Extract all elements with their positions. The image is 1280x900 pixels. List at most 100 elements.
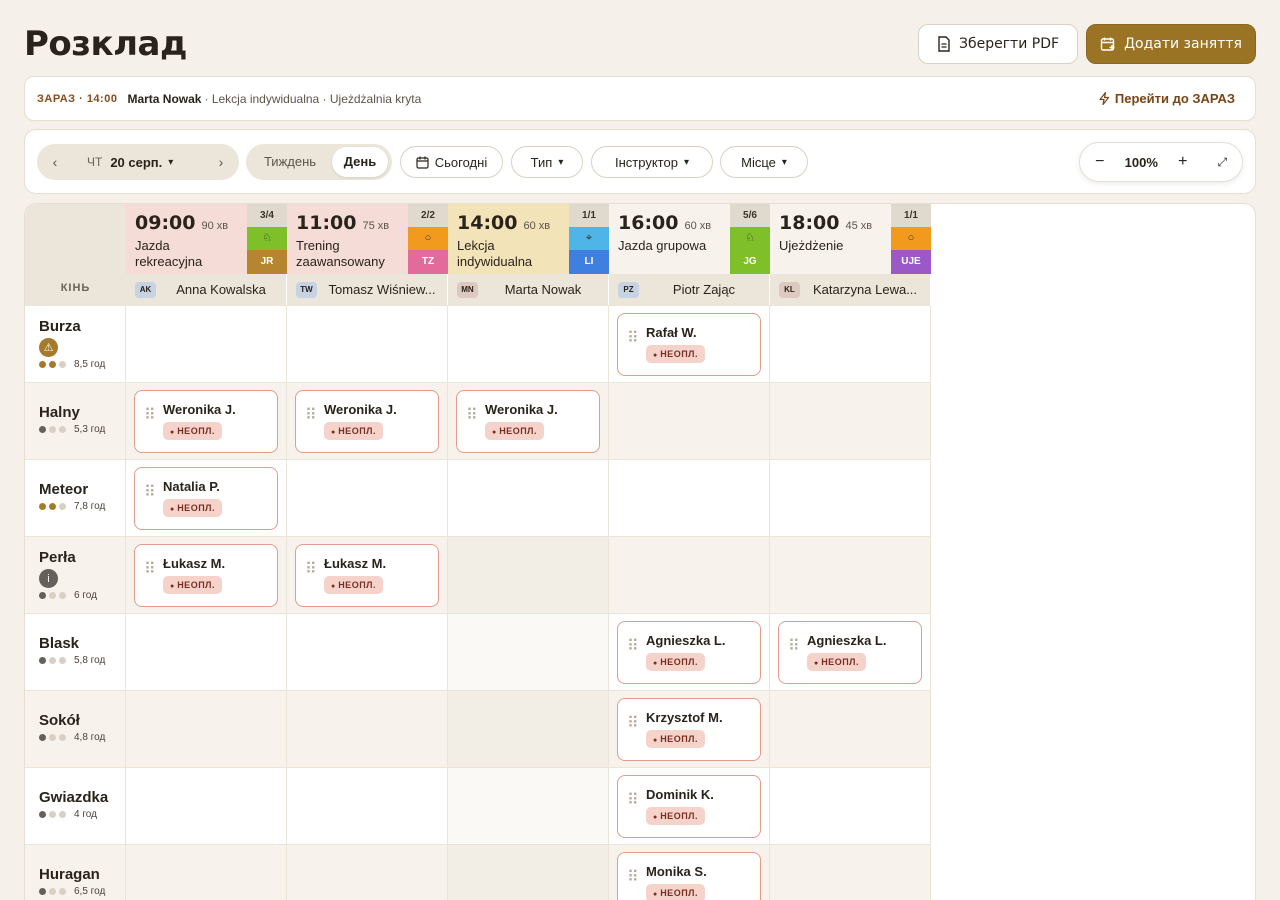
fullscreen-icon[interactable]: ⤢ — [1203, 155, 1243, 170]
session-header[interactable]: 16:00 60 хв Jazda grupowa 5/6 ♘ JG — [609, 204, 770, 274]
schedule-cell[interactable] — [770, 845, 931, 900]
booking-card[interactable]: ⠿ Weronika J. ● НЕОПЛ. — [134, 390, 278, 453]
schedule-cell[interactable]: ⠿ Krzysztof M. ● НЕОПЛ. — [609, 691, 770, 768]
schedule-cell[interactable] — [448, 537, 609, 614]
schedule-cell[interactable]: ⠿ Weronika J. ● НЕОПЛ. — [126, 383, 287, 460]
instructor-cell[interactable]: AK Anna Kowalska — [126, 274, 287, 305]
drag-handle-icon[interactable]: ⠿ — [627, 793, 640, 809]
drag-handle-icon[interactable]: ⠿ — [627, 870, 640, 886]
drag-handle-icon[interactable]: ⠿ — [627, 331, 640, 347]
schedule-cell[interactable] — [770, 383, 931, 460]
schedule-cell[interactable] — [287, 614, 448, 691]
schedule-cell[interactable] — [448, 306, 609, 383]
session-header[interactable]: 14:00 60 хв Lekcja indywidualna 1/1 ⌖ LI — [448, 204, 609, 274]
date-weekday: ЧТ — [87, 155, 103, 169]
session-header[interactable]: 09:00 90 хв Jazda rekreacyjna 3/4 ♘ JR — [126, 204, 287, 274]
today-button[interactable]: Сьогодні — [400, 146, 503, 178]
schedule-cell[interactable]: ⠿ Weronika J. ● НЕОПЛ. — [448, 383, 609, 460]
schedule-cell[interactable] — [448, 614, 609, 691]
booking-card[interactable]: ⠿ Weronika J. ● НЕОПЛ. — [456, 390, 600, 453]
instructor-cell[interactable]: PZ Piotr Zając — [609, 274, 770, 305]
horse-cell[interactable]: Burza ⚠ 8,5 год — [25, 306, 126, 383]
schedule-cell[interactable] — [609, 460, 770, 537]
schedule-cell[interactable]: ⠿ Łukasz M. ● НЕОПЛ. — [126, 537, 287, 614]
schedule-cell[interactable] — [448, 768, 609, 845]
type-filter[interactable]: Тип ▾ — [511, 146, 583, 178]
booking-card[interactable]: ⠿ Agnieszka L. ● НЕОПЛ. — [778, 621, 922, 684]
booking-card[interactable]: ⠿ Rafał W. ● НЕОПЛ. — [617, 313, 761, 376]
schedule-cell[interactable] — [126, 306, 287, 383]
schedule-cell[interactable] — [448, 460, 609, 537]
horse-cell[interactable]: Gwiazdka 4 год — [25, 768, 126, 845]
schedule-cell[interactable] — [287, 691, 448, 768]
schedule-cell[interactable] — [770, 460, 931, 537]
schedule-cell[interactable] — [126, 768, 287, 845]
schedule-cell[interactable] — [126, 845, 287, 900]
schedule-cell[interactable]: ⠿ Rafał W. ● НЕОПЛ. — [609, 306, 770, 383]
view-week-tab[interactable]: Тиждень — [250, 147, 330, 177]
zoom-out-button[interactable]: − — [1080, 153, 1120, 171]
instructor-cell[interactable]: MN Marta Nowak — [448, 274, 609, 305]
booking-card[interactable]: ⠿ Łukasz M. ● НЕОПЛ. — [295, 544, 439, 607]
drag-handle-icon[interactable]: ⠿ — [144, 485, 157, 501]
horse-cell[interactable]: Halny 5,3 год — [25, 383, 126, 460]
schedule-cell[interactable] — [287, 460, 448, 537]
chevron-down-icon[interactable]: ▾ — [168, 157, 173, 168]
horse-cell[interactable]: Huragan 6,5 год — [25, 845, 126, 900]
add-session-button[interactable]: Додати заняття — [1086, 24, 1256, 64]
zoom-in-button[interactable]: + — [1163, 153, 1203, 171]
go-to-now-link[interactable]: Перейти до ЗАРАЗ — [1099, 91, 1235, 106]
booking-card[interactable]: ⠿ Dominik K. ● НЕОПЛ. — [617, 775, 761, 838]
workload-indicator: 4 год — [39, 809, 125, 820]
schedule-cell[interactable]: ⠿ Łukasz M. ● НЕОПЛ. — [287, 537, 448, 614]
drag-handle-icon[interactable]: ⠿ — [144, 408, 157, 424]
horse-cell[interactable]: Meteor 7,8 год — [25, 460, 126, 537]
booking-card[interactable]: ⠿ Agnieszka L. ● НЕОПЛ. — [617, 621, 761, 684]
session-header[interactable]: 18:00 45 хв Ujeżdżenie 1/1 ○ UJE — [770, 204, 931, 274]
booking-card[interactable]: ⠿ Monika S. ● НЕОПЛ. — [617, 852, 761, 900]
drag-handle-icon[interactable]: ⠿ — [627, 639, 640, 655]
view-day-tab[interactable]: День — [332, 147, 388, 177]
drag-handle-icon[interactable]: ⠿ — [305, 408, 318, 424]
schedule-cell[interactable] — [770, 691, 931, 768]
session-header[interactable]: 11:00 75 хв Trening zaawansowany 2/2 ○ TZ — [287, 204, 448, 274]
drag-handle-icon[interactable]: ⠿ — [466, 408, 479, 424]
horse-cell[interactable]: Sokół 4,8 год — [25, 691, 126, 768]
schedule-cell[interactable]: ⠿ Dominik K. ● НЕОПЛ. — [609, 768, 770, 845]
horse-cell[interactable]: Perła i 6 год — [25, 537, 126, 614]
horse-cell[interactable]: Blask 5,8 год — [25, 614, 126, 691]
prev-day-button[interactable]: ‹ — [37, 154, 73, 170]
schedule-cell[interactable] — [126, 614, 287, 691]
place-filter[interactable]: Місце ▾ — [720, 146, 808, 178]
schedule-cell[interactable]: ⠿ Weronika J. ● НЕОПЛ. — [287, 383, 448, 460]
schedule-cell[interactable]: ⠿ Agnieszka L. ● НЕОПЛ. — [770, 614, 931, 691]
booking-card[interactable]: ⠿ Natalia P. ● НЕОПЛ. — [134, 467, 278, 530]
next-day-button[interactable]: › — [203, 154, 239, 170]
save-pdf-button[interactable]: Зберегти PDF — [918, 24, 1078, 64]
drag-handle-icon[interactable]: ⠿ — [627, 716, 640, 732]
drag-handle-icon[interactable]: ⠿ — [305, 562, 318, 578]
schedule-cell[interactable] — [609, 537, 770, 614]
schedule-cell[interactable] — [448, 845, 609, 900]
schedule-cell[interactable] — [448, 691, 609, 768]
drag-handle-icon[interactable]: ⠿ — [788, 639, 801, 655]
instructor-filter[interactable]: Інструктор ▾ — [591, 146, 713, 178]
schedule-cell[interactable]: ⠿ Monika S. ● НЕОПЛ. — [609, 845, 770, 900]
booking-card[interactable]: ⠿ Krzysztof M. ● НЕОПЛ. — [617, 698, 761, 761]
schedule-cell[interactable] — [126, 691, 287, 768]
instructor-cell[interactable]: KL Katarzyna Lewa... — [770, 274, 931, 305]
schedule-cell[interactable]: ⠿ Natalia P. ● НЕОПЛ. — [126, 460, 287, 537]
schedule-cell[interactable] — [287, 768, 448, 845]
schedule-cell[interactable] — [770, 306, 931, 383]
schedule-cell[interactable]: ⠿ Agnieszka L. ● НЕОПЛ. — [609, 614, 770, 691]
booking-card[interactable]: ⠿ Łukasz M. ● НЕОПЛ. — [134, 544, 278, 607]
instructor-cell[interactable]: TW Tomasz Wiśniew... — [287, 274, 448, 305]
drag-handle-icon[interactable]: ⠿ — [144, 562, 157, 578]
schedule-cell[interactable] — [770, 768, 931, 845]
schedule-cell[interactable] — [287, 306, 448, 383]
schedule-cell[interactable] — [287, 845, 448, 900]
booking-card[interactable]: ⠿ Weronika J. ● НЕОПЛ. — [295, 390, 439, 453]
schedule-cell[interactable] — [609, 383, 770, 460]
schedule-cell[interactable] — [770, 537, 931, 614]
date-value[interactable]: 20 серп. — [110, 155, 162, 170]
